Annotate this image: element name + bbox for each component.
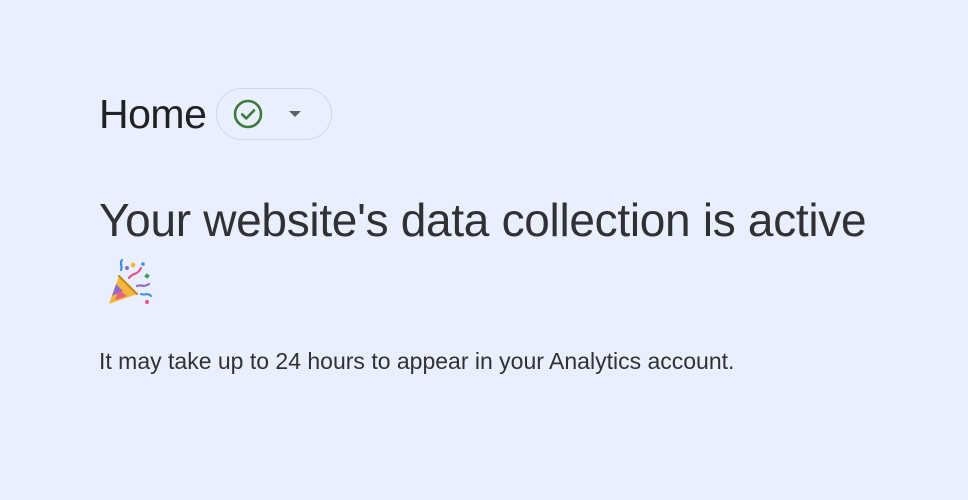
subtext: It may take up to 24 hours to appear in … — [99, 348, 735, 374]
headline-text: Your website's data collection is active — [99, 194, 867, 246]
caret-down-icon[interactable] — [288, 110, 302, 118]
party-popper-icon — [109, 258, 152, 304]
headline: Your website's data collection is active — [99, 187, 919, 319]
status-dropdown-chip[interactable] — [216, 88, 333, 140]
page: Home Your website's data collection is a… — [0, 0, 968, 500]
header-row: Home — [99, 86, 333, 142]
check-circle-icon — [234, 99, 263, 129]
page-title: Home — [99, 91, 207, 137]
